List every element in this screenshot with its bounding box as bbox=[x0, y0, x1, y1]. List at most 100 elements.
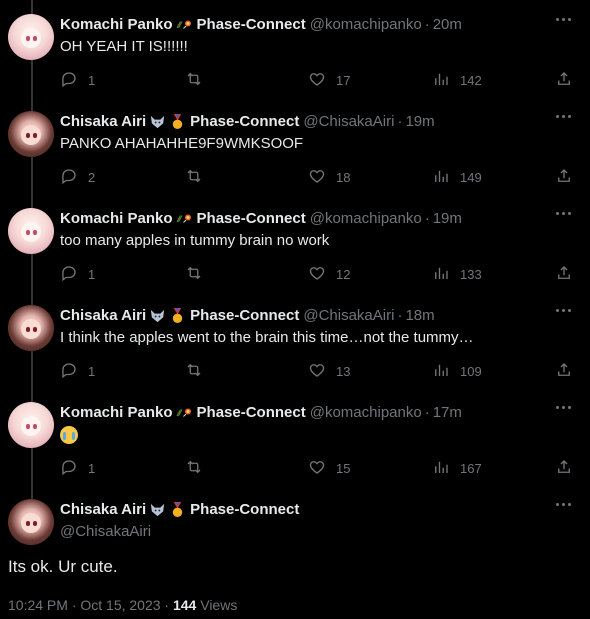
retweet-icon bbox=[185, 70, 203, 91]
org-label: Phase-Connect bbox=[190, 113, 300, 130]
like-count: 12 bbox=[336, 266, 351, 282]
timestamp[interactable]: 10:24 PM · Oct 15, 2023 · bbox=[8, 597, 173, 613]
like-button[interactable]: 15 bbox=[308, 458, 350, 478]
org-label: Phase-Connect bbox=[190, 307, 300, 324]
author-name[interactable]: Chisaka Airi bbox=[60, 113, 146, 130]
reply-button[interactable]: 1 bbox=[60, 458, 95, 478]
like-count: 13 bbox=[336, 363, 351, 379]
share-button[interactable] bbox=[555, 458, 573, 478]
like-button[interactable]: 17 bbox=[308, 70, 350, 90]
retweet-button[interactable] bbox=[185, 361, 213, 381]
views-icon bbox=[432, 458, 450, 479]
tweet-header: Komachi Panko Phase-Connect @komachipank… bbox=[60, 210, 462, 227]
tweet-time[interactable]: 20m bbox=[433, 16, 462, 33]
author-name[interactable]: Chisaka Airi bbox=[60, 307, 146, 324]
reply-count: 1 bbox=[88, 460, 96, 476]
tweet-text: Its ok. Ur cute. bbox=[8, 557, 118, 576]
reply-button[interactable]: 1 bbox=[60, 361, 95, 381]
share-button[interactable] bbox=[555, 167, 573, 187]
more-icon[interactable] bbox=[556, 406, 572, 410]
views-button[interactable]: 149 bbox=[432, 167, 482, 187]
wolf-emoji-icon bbox=[151, 115, 165, 129]
views-button[interactable]: 133 bbox=[432, 264, 482, 284]
org-label: Phase-Connect bbox=[196, 210, 306, 227]
tweet-meta: 10:24 PM · Oct 15, 2023 · 144 Views bbox=[8, 597, 237, 613]
views-button[interactable]: 167 bbox=[432, 458, 482, 478]
tweet[interactable]: Komachi Panko Phase-Connect @komachipank… bbox=[0, 194, 590, 291]
like-count: 15 bbox=[336, 460, 351, 476]
thread-line bbox=[31, 60, 33, 97]
author-name[interactable]: Komachi Panko bbox=[60, 210, 173, 227]
tweet-time[interactable]: 18m bbox=[405, 307, 434, 324]
wolf-emoji-icon bbox=[151, 503, 165, 517]
tweet-time[interactable]: 19m bbox=[405, 113, 434, 130]
tweet[interactable]: Komachi Panko Phase-Connect @komachipank… bbox=[0, 0, 590, 97]
tweet-header: Komachi Panko Phase-Connect @komachipank… bbox=[60, 16, 462, 33]
tweet-actions: 1 13 109 bbox=[60, 361, 575, 381]
separator-dot: · bbox=[424, 404, 430, 421]
more-icon[interactable] bbox=[556, 115, 572, 119]
tweet[interactable]: Chisaka Airi Phase-Connect @ChisakaAiri … bbox=[0, 291, 590, 388]
views-button[interactable]: 142 bbox=[432, 70, 482, 90]
reply-count: 1 bbox=[88, 266, 96, 282]
retweet-button[interactable] bbox=[185, 167, 213, 187]
retweet-icon bbox=[185, 361, 203, 382]
thread-line bbox=[31, 388, 33, 402]
views-count: 109 bbox=[460, 363, 482, 379]
reply-button[interactable]: 1 bbox=[60, 70, 95, 90]
reply-button[interactable]: 1 bbox=[60, 264, 95, 284]
like-button[interactable]: 12 bbox=[308, 264, 350, 284]
tweet-time[interactable]: 19m bbox=[433, 210, 462, 227]
author-name[interactable]: Chisaka Airi bbox=[60, 501, 146, 518]
avatar[interactable] bbox=[8, 305, 54, 351]
author-handle[interactable]: @komachipanko bbox=[310, 404, 422, 421]
share-button[interactable] bbox=[555, 70, 573, 90]
author-name[interactable]: Komachi Panko bbox=[60, 16, 173, 33]
author-name[interactable]: Komachi Panko bbox=[60, 404, 173, 421]
more-icon[interactable] bbox=[556, 503, 572, 507]
like-button[interactable]: 18 bbox=[308, 167, 350, 187]
reply-button[interactable]: 2 bbox=[60, 167, 95, 187]
thread-line bbox=[31, 254, 33, 291]
thread-line bbox=[31, 97, 33, 111]
org-label: Phase-Connect bbox=[190, 501, 300, 518]
medal-emoji-icon bbox=[172, 113, 183, 130]
share-button[interactable] bbox=[555, 264, 573, 284]
retweet-button[interactable] bbox=[185, 458, 213, 478]
reply-icon bbox=[60, 167, 78, 188]
views-button[interactable]: 109 bbox=[432, 361, 482, 381]
tweet[interactable]: Komachi Panko Phase-Connect @komachipank… bbox=[0, 388, 590, 485]
tweet-text: I think the apples went to the brain thi… bbox=[60, 329, 474, 346]
tweet[interactable]: Chisaka Airi Phase-Connect @ChisakaAiri … bbox=[0, 97, 590, 194]
author-handle[interactable]: @ChisakaAiri bbox=[303, 113, 394, 130]
avatar[interactable] bbox=[8, 111, 54, 157]
reply-icon bbox=[60, 70, 78, 91]
share-button[interactable] bbox=[555, 361, 573, 381]
author-handle[interactable]: @ChisakaAiri bbox=[60, 523, 151, 540]
retweet-button[interactable] bbox=[185, 70, 213, 90]
author-handle[interactable]: @ChisakaAiri bbox=[303, 307, 394, 324]
more-icon[interactable] bbox=[556, 309, 572, 313]
org-label: Phase-Connect bbox=[196, 404, 306, 421]
retweet-button[interactable] bbox=[185, 264, 213, 284]
like-button[interactable]: 13 bbox=[308, 361, 350, 381]
avatar[interactable] bbox=[8, 402, 54, 448]
thread-line bbox=[31, 448, 33, 485]
reply-icon bbox=[60, 458, 78, 479]
views-count: 149 bbox=[460, 169, 482, 185]
tweet-time[interactable]: 17m bbox=[433, 404, 462, 421]
more-icon[interactable] bbox=[556, 18, 572, 22]
views-icon bbox=[432, 70, 450, 91]
author-handle[interactable]: @komachipanko bbox=[310, 16, 422, 33]
avatar[interactable] bbox=[8, 14, 54, 60]
views-count[interactable]: 144 bbox=[173, 597, 196, 613]
avatar[interactable] bbox=[8, 499, 54, 545]
thread-line bbox=[31, 157, 33, 194]
like-icon bbox=[308, 458, 326, 479]
separator-dot: · bbox=[397, 307, 403, 324]
author-handle[interactable]: @komachipanko bbox=[310, 210, 422, 227]
views-icon bbox=[432, 264, 450, 285]
reply-icon bbox=[60, 264, 78, 285]
more-icon[interactable] bbox=[556, 212, 572, 216]
avatar[interactable] bbox=[8, 208, 54, 254]
